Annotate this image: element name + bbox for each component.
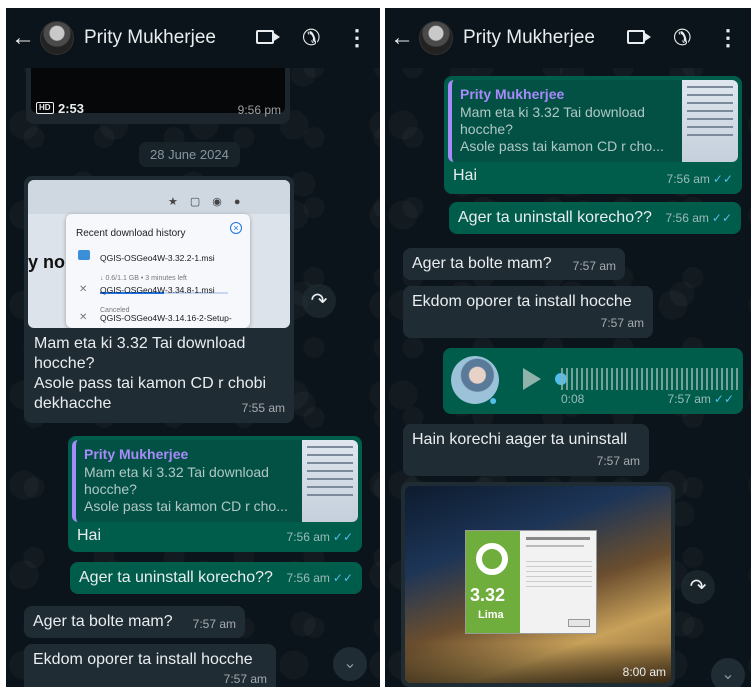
voice-message[interactable]: ● 0:08 7:57 am ✓✓ [443, 348, 743, 414]
message-time: 7:57 am ✓✓ [667, 392, 734, 406]
microphone-icon: ● [489, 392, 498, 408]
video-call-icon[interactable] [242, 27, 288, 50]
text-message[interactable]: Ekdom oporer ta install hocche 7:57 am [403, 286, 653, 338]
quoted-message[interactable]: Prity Mukherjee Mam eta ki 3.32 Tai down… [72, 440, 358, 522]
quoted-thumbnail [302, 440, 358, 522]
hd-badge: HD [36, 102, 54, 114]
download-item: QGIS-OSGeo4W-3.14.16-2-Setup-x86_64 [100, 313, 232, 323]
quoted-thumbnail [682, 80, 738, 162]
forward-icon[interactable]: ↷ [302, 284, 336, 318]
text-message[interactable]: Ekdom oporer ta install hocche 7:57 am [24, 644, 276, 687]
more-options-icon[interactable]: ⋮ [705, 25, 751, 51]
contact-name[interactable]: Prity Mukherjee [84, 27, 242, 49]
chat-header: ← Prity Mukherjee ✆ ⋮ [385, 8, 751, 68]
image-message[interactable]: 3.32 Lima 8:00 am [401, 482, 675, 687]
voice-call-icon[interactable]: ✆ [659, 25, 705, 51]
read-receipt-icon: ✓✓ [712, 172, 733, 186]
chat-panel-left: ← Prity Mukherjee ✆ ⋮ HD 2:53 9:56 pm 28… [6, 8, 380, 687]
qgis-installer-photo[interactable]: 3.32 Lima [405, 486, 671, 683]
close-icon: × [230, 222, 242, 234]
contact-avatar[interactable] [419, 21, 453, 55]
read-receipt-icon: ✓✓ [332, 571, 353, 585]
reply-message[interactable]: Prity Mukherjee Mam eta ki 3.32 Tai down… [68, 436, 362, 552]
read-receipt-icon: ✓✓ [713, 392, 734, 406]
read-receipt-icon: ✓✓ [332, 530, 353, 544]
message-time: 7:56 am ✓✓ [666, 172, 733, 186]
message-text: Ekdom oporer ta install hocche [33, 651, 253, 668]
voice-call-icon[interactable]: ✆ [288, 25, 334, 51]
file-icon [78, 250, 90, 260]
message-text: Hain korechi aager ta uninstall [412, 431, 628, 448]
message-text: Ekdom oporer ta install hocche [412, 293, 632, 310]
qgis-release: Lima [478, 609, 504, 621]
chat-header: ← Prity Mukherjee ✆ ⋮ [6, 8, 380, 68]
back-arrow-icon[interactable]: ← [385, 24, 419, 52]
message-time: 7:56 am ✓✓ [286, 530, 353, 544]
video-call-icon[interactable] [613, 27, 659, 50]
chat-panel-right: ← Prity Mukherjee ✆ ⋮ Prity Mukherjee Ma… [385, 8, 751, 687]
forward-icon[interactable]: ↷ [681, 570, 715, 604]
reply-message[interactable]: Prity Mukherjee Mam eta ki 3.32 Tai down… [444, 76, 742, 194]
voice-duration: 0:08 [561, 392, 585, 406]
read-receipt-icon: ✓✓ [711, 211, 732, 225]
text-message[interactable]: Ager ta uninstall korecho?? 7:56 am ✓✓ [449, 202, 741, 234]
message-text: Ager ta bolte mam? [412, 255, 552, 272]
download-card-title: Recent download history [76, 228, 186, 239]
image-message[interactable]: ★▢◉● y no Recent download history × QGIS… [24, 176, 294, 423]
message-text: Ager ta uninstall korecho?? [458, 209, 652, 226]
qgis-version: 3.32 [470, 585, 506, 605]
waveform[interactable] [561, 368, 741, 390]
date-divider: 28 June 2024 [139, 142, 240, 167]
scroll-down-button[interactable]: ⌄ [711, 658, 745, 687]
play-icon[interactable] [523, 368, 541, 390]
side-text: y no [28, 252, 66, 272]
download-screenshot[interactable]: ★▢◉● y no Recent download history × QGIS… [28, 180, 290, 328]
message-text: Ager ta bolte mam? [33, 613, 173, 630]
text-message[interactable]: Ager ta uninstall korecho?? 7:56 am ✓✓ [70, 562, 362, 594]
browser-toolbar-icons: ★▢◉● [168, 196, 253, 208]
message-text: Hai [453, 167, 478, 184]
scroll-down-button[interactable]: ⌄ [333, 647, 367, 681]
text-message[interactable]: Hain korechi aager ta uninstall 7:57 am [403, 424, 649, 476]
qgis-logo-panel: 3.32 Lima [466, 531, 520, 633]
cancel-icon: ✕ [79, 312, 88, 323]
back-arrow-icon[interactable]: ← [6, 24, 40, 52]
message-time: 7:57 am [572, 259, 616, 273]
more-options-icon[interactable]: ⋮ [334, 25, 380, 51]
message-time: 7:57 am [192, 617, 236, 631]
message-time: 7:57 am [223, 672, 267, 686]
message-time: 7:56 am ✓✓ [665, 211, 732, 225]
quoted-message[interactable]: Prity Mukherjee Mam eta ki 3.32 Tai down… [448, 80, 738, 162]
cancel-icon: ✕ [79, 284, 88, 295]
text-message[interactable]: Ager ta bolte mam? 7:57 am [24, 606, 245, 638]
message-time: 8:00 am [622, 665, 666, 679]
qgis-logo [476, 543, 508, 575]
message-time: 7:57 am [600, 316, 644, 330]
download-history-card: Recent download history × QGIS-OSGeo4W-3… [66, 214, 250, 328]
message-time: 7:57 am [596, 454, 640, 468]
message-text: Hai [77, 527, 102, 544]
installer-window: 3.32 Lima [465, 530, 597, 634]
message-text: Ager ta uninstall korecho?? [79, 569, 273, 586]
message-time: 9:56 pm [237, 103, 281, 117]
text-message[interactable]: Ager ta bolte mam? 7:57 am [403, 248, 625, 280]
message-time: 7:55 am [241, 401, 285, 415]
contact-avatar[interactable] [40, 21, 74, 55]
video-duration: 2:53 [58, 101, 85, 116]
contact-name[interactable]: Prity Mukherjee [463, 27, 613, 49]
message-time: 7:56 am ✓✓ [286, 571, 353, 585]
